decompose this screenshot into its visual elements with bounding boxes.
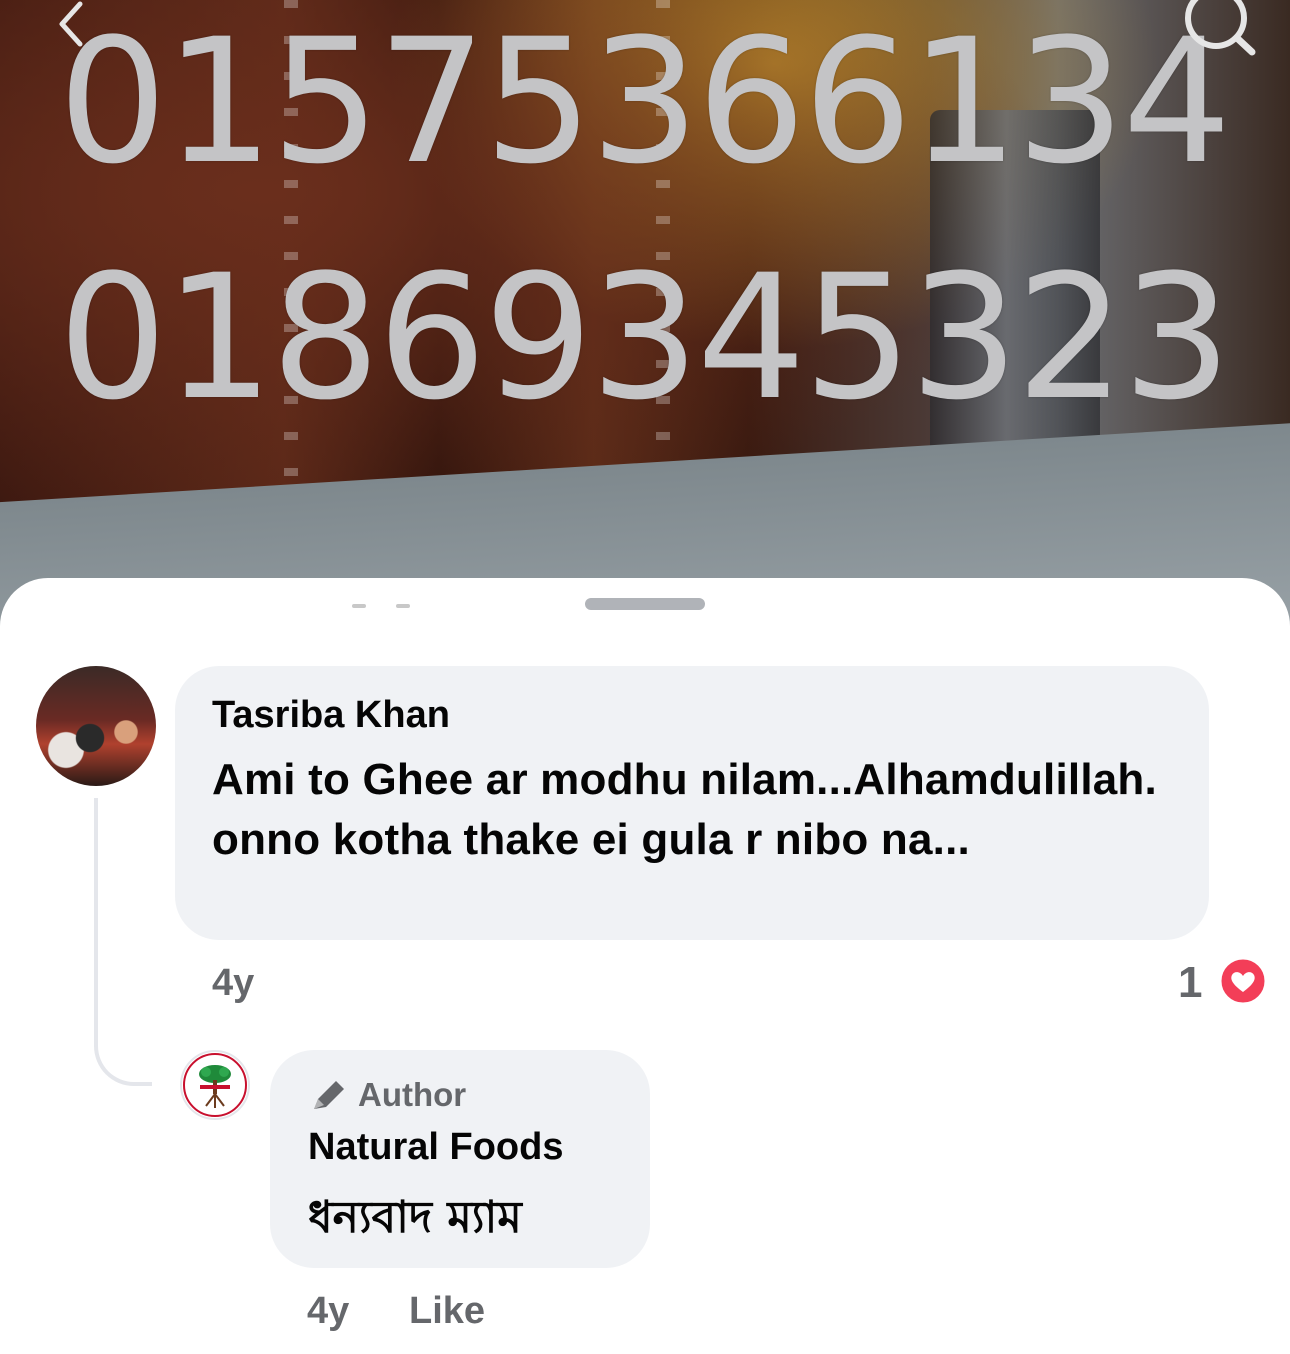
reaction-count[interactable]: 1 bbox=[1178, 958, 1202, 1008]
sheet-drag-handle[interactable] bbox=[585, 598, 705, 610]
phone-number-overlay: 01869345323 bbox=[58, 237, 1232, 438]
author-avatar[interactable] bbox=[180, 1050, 250, 1120]
reply-bubble[interactable]: Author Natural Foods ধন্যবাদ ম্যাম bbox=[270, 1050, 650, 1268]
reply-timestamp: 4y bbox=[307, 1290, 350, 1332]
reply-author-name[interactable]: Natural Foods bbox=[308, 1128, 563, 1166]
comment-text: Ami to Ghee ar modhu nilam...Alhamdulill… bbox=[212, 755, 1157, 864]
comment-author-name[interactable]: Tasriba Khan bbox=[212, 696, 450, 734]
chevron-left-icon[interactable] bbox=[48, 0, 98, 50]
author-badge-label: Author bbox=[358, 1076, 467, 1113]
faint-mark bbox=[352, 604, 366, 608]
reply-thread-line bbox=[94, 798, 152, 1086]
tree-logo-icon bbox=[183, 1053, 247, 1117]
phone-number-overlay: 01575366134 bbox=[58, 1, 1232, 202]
faint-mark bbox=[396, 604, 410, 608]
comment-bubble[interactable]: Tasriba Khan Ami to Ghee ar modhu nilam.… bbox=[175, 666, 1209, 940]
like-button[interactable]: Like bbox=[409, 1290, 485, 1333]
comments-sheet: Tasriba Khan Ami to Ghee ar modhu nilam.… bbox=[0, 578, 1290, 1354]
author-badge: Author bbox=[308, 1076, 466, 1114]
video-background: 01575366134 01869345323 bbox=[0, 0, 1290, 640]
pencil-icon bbox=[314, 1081, 344, 1109]
comment-timestamp: 4y bbox=[212, 962, 255, 1004]
reply-text: ধন্যবাদ ম্যাম bbox=[308, 1192, 522, 1243]
search-icon[interactable] bbox=[1180, 0, 1260, 56]
avatar[interactable] bbox=[36, 666, 156, 786]
heart-icon[interactable] bbox=[1218, 956, 1268, 1006]
